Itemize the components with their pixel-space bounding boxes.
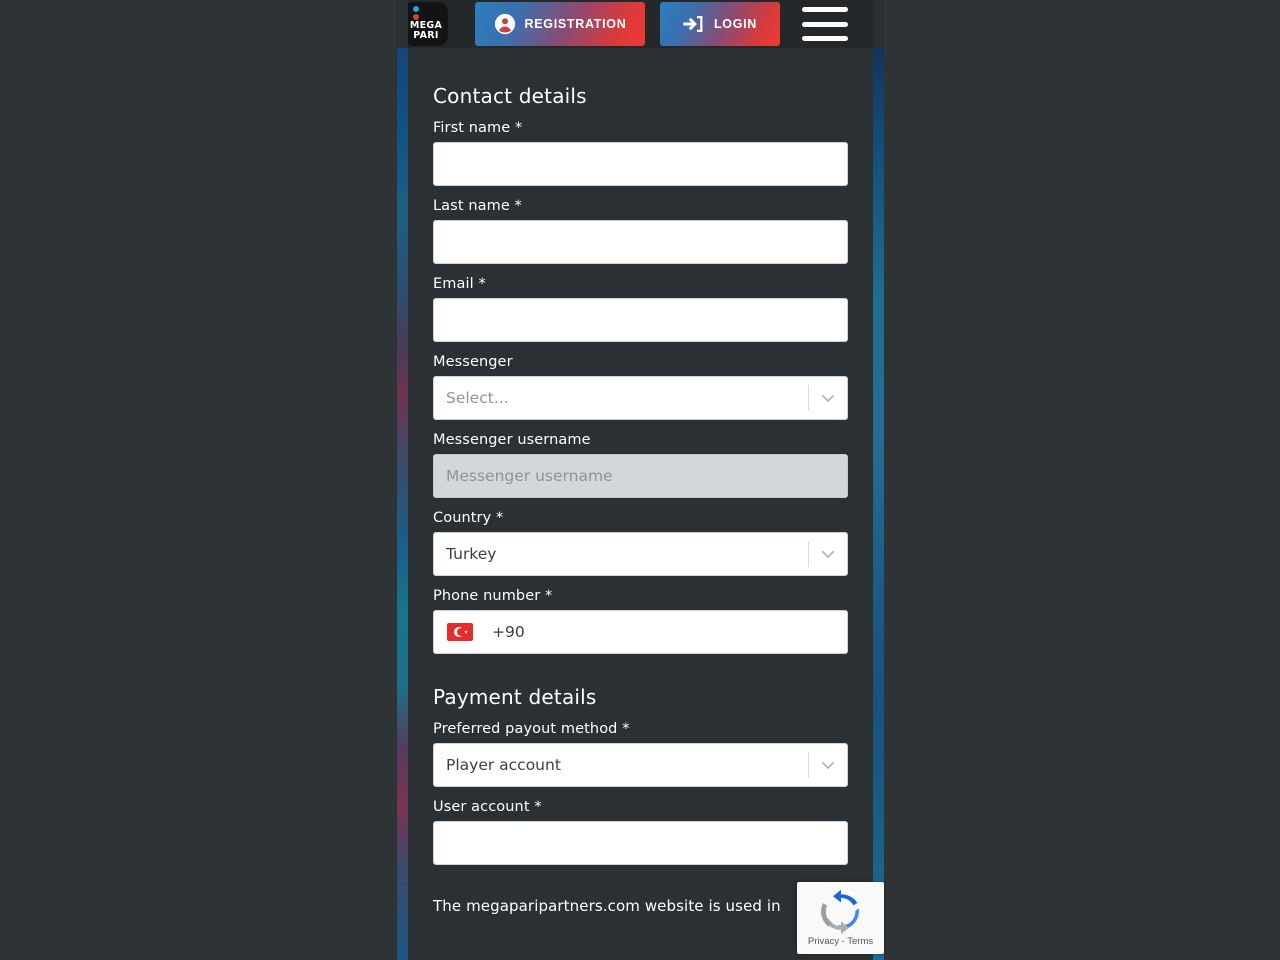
messenger-username-label: Messenger username	[433, 432, 591, 448]
country-label: Country *	[433, 510, 504, 526]
hamburger-bar-2	[802, 21, 848, 27]
first-name-label: First name *	[433, 120, 523, 136]
login-button-label: LOGIN	[713, 17, 758, 31]
site-header: MEGA PARI REGISTRATION LOGIN	[408, 0, 873, 48]
logo-dot-blue-icon	[413, 6, 419, 12]
messenger-label: Messenger	[433, 354, 513, 370]
registration-button-label: REGISTRATION	[524, 17, 627, 31]
first-name-input[interactable]	[433, 142, 848, 186]
login-arrow-icon	[683, 16, 703, 32]
phone-number-input[interactable]: +90	[433, 610, 848, 654]
user-account-input[interactable]	[433, 821, 848, 865]
email-input[interactable]	[433, 298, 848, 342]
last-name-label: Last name *	[433, 198, 522, 214]
page-content: MEGA PARI REGISTRATION LOGIN Contact det…	[408, 0, 873, 960]
recaptcha-badge[interactable]: Privacy - Terms	[797, 882, 884, 954]
phone-number-label: Phone number *	[433, 588, 553, 604]
terms-description-text: The megaparipartners.com website is used…	[433, 897, 781, 915]
phone-dial-code: +90	[492, 623, 525, 641]
logo-dot-red-icon	[413, 14, 419, 20]
hamburger-bar-1	[802, 7, 848, 12]
last-name-input[interactable]	[433, 220, 848, 264]
messenger-select[interactable]: Select...	[433, 376, 848, 420]
screen: MEGA PARI REGISTRATION LOGIN Contact det…	[0, 0, 1280, 960]
megapari-logo[interactable]: MEGA PARI	[408, 2, 448, 46]
payout-method-select-value: Player account	[446, 756, 561, 774]
user-icon	[494, 13, 515, 35]
recaptcha-logo-icon	[820, 889, 859, 935]
country-select-value: Turkey	[446, 545, 497, 563]
user-account-label: User account *	[433, 799, 542, 815]
logo-line-2: PARI	[413, 29, 439, 41]
messenger-select-value: Select...	[446, 389, 509, 407]
chevron-down-icon[interactable]	[809, 756, 847, 774]
turkey-flag-icon[interactable]	[447, 623, 473, 641]
hamburger-bar-3	[802, 36, 848, 41]
hamburger-menu-icon[interactable]	[802, 7, 848, 41]
chevron-down-icon[interactable]	[809, 389, 847, 407]
payment-details-heading: Payment details	[433, 685, 597, 709]
logo-dots	[413, 6, 419, 20]
recaptcha-links[interactable]: Privacy - Terms	[808, 936, 873, 947]
contact-details-heading: Contact details	[433, 84, 587, 108]
chevron-down-icon[interactable]	[809, 545, 847, 563]
email-label: Email *	[433, 276, 486, 292]
logo-wordmark: MEGA PARI	[410, 21, 442, 40]
payout-method-select[interactable]: Player account	[433, 743, 848, 787]
country-select[interactable]: Turkey	[433, 532, 848, 576]
registration-form: Contact details First name * Last name *…	[408, 48, 873, 960]
login-button[interactable]: LOGIN	[660, 2, 780, 46]
messenger-username-input	[433, 454, 848, 498]
background-image-strip-right	[873, 48, 884, 960]
registration-button[interactable]: REGISTRATION	[475, 2, 645, 46]
payout-method-label: Preferred payout method *	[433, 721, 630, 737]
browser-viewport: MEGA PARI REGISTRATION LOGIN Contact det…	[396, 0, 884, 960]
